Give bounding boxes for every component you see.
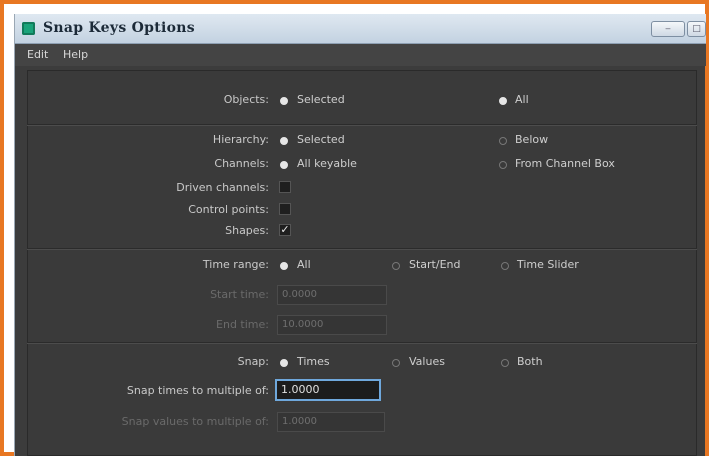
start-time-label: Start time: [210,288,269,301]
snap-times-option[interactable]: Times [297,355,330,368]
hierarchy-selected-radio[interactable] [280,137,288,145]
time-range-start-end-radio[interactable] [392,262,400,270]
maximize-icon: □ [692,24,701,34]
objects-selected-option[interactable]: Selected [297,93,345,106]
time-range-start-end-option[interactable]: Start/End [409,258,460,271]
driven-channels-label: Driven channels: [176,181,269,194]
objects-all-option[interactable]: All [515,93,529,106]
hierarchy-label: Hierarchy: [212,133,269,146]
end-time-field[interactable]: 10.0000 [277,315,387,335]
time-range-all-option[interactable]: All [297,258,311,271]
snap-times-radio[interactable] [280,359,288,367]
snap-times-multiple-label: Snap times to multiple of: [126,384,269,397]
objects-label: Objects: [223,93,269,106]
channels-all-keyable-option[interactable]: All keyable [297,157,357,170]
hierarchy-selected-option[interactable]: Selected [297,133,345,146]
separator [27,124,697,126]
shapes-checkbox[interactable]: ✓ [279,224,291,236]
start-time-field[interactable]: 0.0000 [277,285,387,305]
snap-values-radio[interactable] [392,359,400,367]
objects-selected-radio[interactable] [280,97,288,105]
hierarchy-below-option[interactable]: Below [515,133,548,146]
separator [27,248,697,250]
app-icon [22,22,35,35]
window-title: Snap Keys Options [43,20,195,36]
snap-values-option[interactable]: Values [409,355,445,368]
driven-channels-checkbox[interactable] [279,181,291,193]
snap-values-multiple-field[interactable]: 1.0000 [277,412,385,432]
checkmark-icon: ✓ [280,223,290,236]
channels-from-channel-box-option[interactable]: From Channel Box [515,157,615,170]
time-range-all-radio[interactable] [280,262,288,270]
snap-times-multiple-field[interactable]: 1.0000 [275,379,381,401]
menu-bar: Edit Help [15,44,706,66]
time-range-time-slider-radio[interactable] [501,262,509,270]
snap-both-radio[interactable] [501,359,509,367]
snap-label: Snap: [237,355,269,368]
channels-all-keyable-radio[interactable] [280,161,288,169]
title-bar[interactable]: Snap Keys Options ‒ □ [15,14,706,44]
time-range-time-slider-option[interactable]: Time Slider [517,258,579,271]
objects-all-radio[interactable] [499,97,507,105]
control-points-checkbox[interactable] [279,203,291,215]
channels-from-channel-box-radio[interactable] [499,161,507,169]
menu-edit[interactable]: Edit [27,48,48,61]
snap-both-option[interactable]: Both [517,355,543,368]
channels-label: Channels: [214,157,269,170]
separator [27,342,697,344]
shapes-label: Shapes: [225,224,269,237]
hierarchy-below-radio[interactable] [499,137,507,145]
maximize-button[interactable]: □ [687,21,706,37]
end-time-label: End time: [216,318,269,331]
menu-help[interactable]: Help [63,48,88,61]
snap-values-multiple-label: Snap values to multiple of: [121,415,269,428]
time-range-label: Time range: [202,258,269,271]
minimize-icon: ‒ [665,24,671,34]
snap-keys-options-window: Snap Keys Options ‒ □ Edit Help Objects:… [14,14,706,456]
minimize-button[interactable]: ‒ [651,21,685,37]
control-points-label: Control points: [188,203,269,216]
